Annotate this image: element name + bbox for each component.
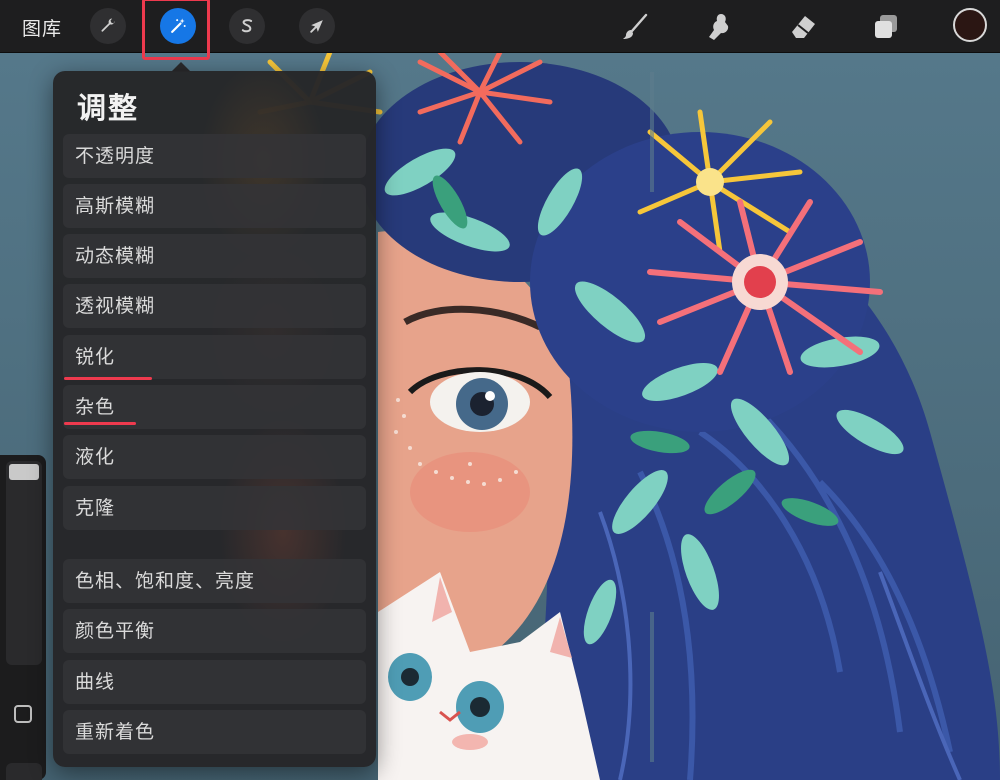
noise-underline-annotation (64, 422, 136, 425)
opacity-slider[interactable] (6, 763, 42, 780)
menu-item-gaussian-blur[interactable]: 高斯模糊 (63, 184, 366, 228)
menu-item-curves[interactable]: 曲线 (63, 660, 366, 704)
menu-item-perspective-blur[interactable]: 透视模糊 (63, 284, 366, 328)
gallery-button[interactable]: 图库 (22, 14, 62, 41)
smudge-button[interactable] (701, 10, 735, 44)
selection-button[interactable] (229, 8, 265, 44)
menu-item-sharpen[interactable]: 锐化 (63, 335, 366, 379)
menu-item-liquify[interactable]: 液化 (63, 435, 366, 479)
smudge-finger-icon (709, 14, 729, 40)
adjustments-popover: 调整 不透明度 高斯模糊 动态模糊 透视模糊 锐化 杂色 液化 克隆 色相、饱和… (53, 71, 376, 767)
layers-icon (875, 15, 897, 38)
sharpen-underline-annotation (64, 377, 152, 380)
menu-item-opacity[interactable]: 不透明度 (63, 134, 366, 178)
brush-button[interactable] (618, 10, 652, 44)
actions-button[interactable] (90, 8, 126, 44)
slider-thumb[interactable] (9, 464, 39, 480)
adjustments-highlight-annotation (142, 0, 210, 60)
color-picker-button[interactable] (953, 8, 987, 42)
menu-item-motion-blur[interactable]: 动态模糊 (63, 234, 366, 278)
menu-item-clone[interactable]: 克隆 (63, 486, 366, 530)
menu-item-color-balance[interactable]: 颜色平衡 (63, 609, 366, 653)
eraser-button[interactable] (786, 10, 820, 44)
left-sidebar (0, 455, 46, 780)
menu-item-recolor[interactable]: 重新着色 (63, 710, 366, 754)
selection-s-icon (241, 19, 253, 33)
menu-item-hue-saturation-brightness[interactable]: 色相、饱和度、亮度 (63, 559, 366, 603)
top-toolbar: 图库 (0, 0, 1000, 60)
transform-button[interactable] (299, 8, 335, 44)
wrench-icon (101, 18, 115, 32)
brush-size-slider[interactable] (6, 461, 42, 665)
layers-button[interactable] (869, 10, 903, 44)
arrow-cursor-icon (310, 20, 323, 33)
modify-square-button[interactable] (14, 705, 32, 723)
brush-icon (623, 13, 648, 39)
popover-title: 调整 (77, 91, 140, 125)
eraser-icon (792, 16, 815, 38)
procreate-screen: 图库 调整 不透明度 高斯模糊 动态模糊 透视模糊 锐化 杂色 液化 克隆 色相… (0, 0, 1000, 780)
